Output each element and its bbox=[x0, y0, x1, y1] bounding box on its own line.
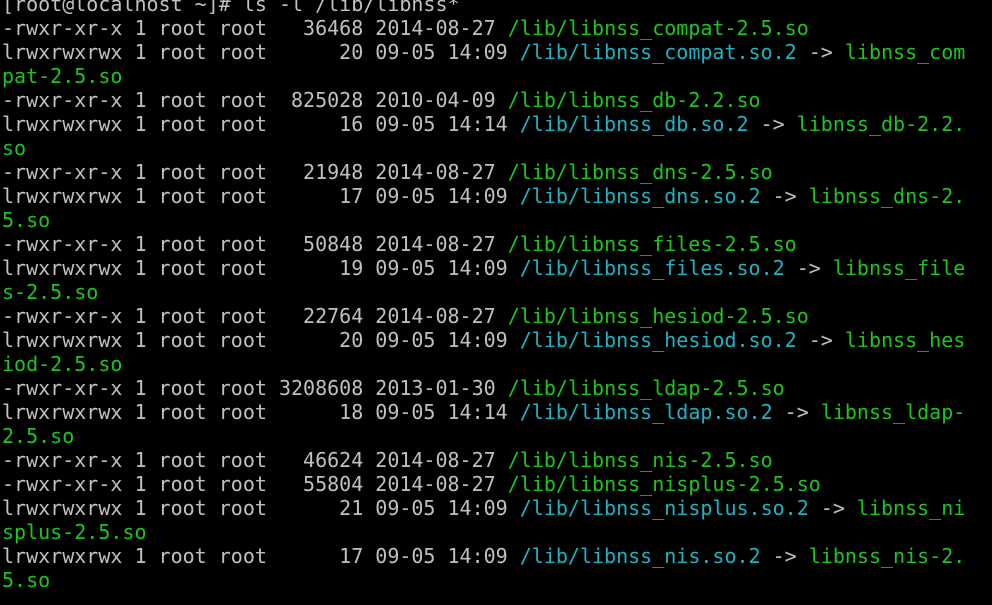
line-text: -> bbox=[760, 544, 809, 568]
symlink-filename: /lib/libnss_compat.so.2 bbox=[519, 40, 797, 64]
line-text: -rwxr-xr-x 1 root root 21948 2014-08-27 bbox=[2, 160, 508, 184]
symlink-target: 5.so bbox=[2, 208, 51, 232]
symlink-target: 2.5.so bbox=[2, 424, 75, 448]
line-text: lrwxrwxrwx 1 root root 20 09-05 14:09 bbox=[2, 40, 520, 64]
command-prompt-line: [root@localhost ~]# ls -l /lib/libnss* bbox=[2, 0, 992, 16]
symlink-target: s-2.5.so bbox=[2, 280, 99, 304]
output-line: lrwxrwxrwx 1 root root 17 09-05 14:09 /l… bbox=[2, 544, 992, 568]
line-text: -> bbox=[796, 328, 845, 352]
line-text: -> bbox=[784, 256, 833, 280]
output-line: s-2.5.so bbox=[2, 280, 992, 304]
output-line: lrwxrwxrwx 1 root root 20 09-05 14:09 /l… bbox=[2, 40, 992, 64]
executable-filename: /lib/libnss_dns-2.5.so bbox=[507, 160, 773, 184]
symlink-filename: /lib/libnss_files.so.2 bbox=[519, 256, 785, 280]
executable-filename: /lib/libnss_files-2.5.so bbox=[507, 232, 797, 256]
symlink-filename: /lib/libnss_nisplus.so.2 bbox=[519, 496, 809, 520]
line-text: lrwxrwxrwx 1 root root 18 09-05 14:14 bbox=[2, 400, 520, 424]
executable-filename: /lib/libnss_compat-2.5.so bbox=[507, 16, 809, 40]
output-line: pat-2.5.so bbox=[2, 64, 992, 88]
line-text: -> bbox=[808, 496, 857, 520]
symlink-target: libnss_com bbox=[844, 40, 966, 64]
output-line: lrwxrwxrwx 1 root root 18 09-05 14:14 /l… bbox=[2, 400, 992, 424]
symlink-target: splus-2.5.so bbox=[2, 520, 147, 544]
symlink-target: 5.so bbox=[2, 568, 51, 592]
next-prompt-line bbox=[0, 599, 992, 605]
output-line: lrwxrwxrwx 1 root root 20 09-05 14:09 /l… bbox=[2, 328, 992, 352]
line-text: -> bbox=[796, 40, 845, 64]
output-line: lrwxrwxrwx 1 root root 17 09-05 14:09 /l… bbox=[2, 184, 992, 208]
line-text: -rwxr-xr-x 1 root root 36468 2014-08-27 bbox=[2, 16, 508, 40]
output-line: -rwxr-xr-x 1 root root 36468 2014-08-27 … bbox=[2, 16, 992, 40]
line-text: lrwxrwxrwx 1 root root 19 09-05 14:09 bbox=[2, 256, 520, 280]
symlink-target: libnss_hes bbox=[844, 328, 966, 352]
line-text: lrwxrwxrwx 1 root root 17 09-05 14:09 bbox=[2, 544, 520, 568]
line-text: -rwxr-xr-x 1 root root 825028 2010-04-09 bbox=[2, 88, 508, 112]
symlink-target: libnss_ni bbox=[856, 496, 966, 520]
output-line: -rwxr-xr-x 1 root root 55804 2014-08-27 … bbox=[2, 472, 992, 496]
output-line: lrwxrwxrwx 1 root root 16 09-05 14:14 /l… bbox=[2, 112, 992, 136]
symlink-filename: /lib/libnss_nis.so.2 bbox=[519, 544, 761, 568]
symlink-target: libnss_db-2.2. bbox=[796, 112, 966, 136]
executable-filename: /lib/libnss_db-2.2.so bbox=[507, 88, 761, 112]
output-line: -rwxr-xr-x 1 root root 21948 2014-08-27 … bbox=[2, 160, 992, 184]
symlink-target: pat-2.5.so bbox=[2, 64, 123, 88]
executable-filename: /lib/libnss_hesiod-2.5.so bbox=[507, 304, 809, 328]
symlink-target: libnss_ldap- bbox=[820, 400, 966, 424]
line-text: lrwxrwxrwx 1 root root 20 09-05 14:09 bbox=[2, 328, 520, 352]
line-text: -rwxr-xr-x 1 root root 22764 2014-08-27 bbox=[2, 304, 508, 328]
line-text: lrwxrwxrwx 1 root root 21 09-05 14:09 bbox=[2, 496, 520, 520]
output-line: 5.so bbox=[2, 208, 992, 232]
executable-filename: /lib/libnss_nisplus-2.5.so bbox=[507, 472, 821, 496]
line-text: -> bbox=[748, 112, 797, 136]
output-line: -rwxr-xr-x 1 root root 3208608 2013-01-3… bbox=[2, 376, 992, 400]
output-line: lrwxrwxrwx 1 root root 19 09-05 14:09 /l… bbox=[2, 256, 992, 280]
output-line: -rwxr-xr-x 1 root root 50848 2014-08-27 … bbox=[2, 232, 992, 256]
output-line: -rwxr-xr-x 1 root root 825028 2010-04-09… bbox=[2, 88, 992, 112]
symlink-filename: /lib/libnss_hesiod.so.2 bbox=[519, 328, 797, 352]
output-line: -rwxr-xr-x 1 root root 22764 2014-08-27 … bbox=[2, 304, 992, 328]
symlink-target: iod-2.5.so bbox=[2, 352, 123, 376]
line-text: -rwxr-xr-x 1 root root 3208608 2013-01-3… bbox=[2, 376, 508, 400]
symlink-target: so bbox=[2, 136, 27, 160]
output-line: 2.5.so bbox=[2, 424, 992, 448]
terminal-window[interactable]: [root@localhost ~]# ls -l /lib/libnss* -r… bbox=[0, 0, 992, 605]
output-line: 5.so bbox=[2, 568, 992, 592]
terminal-output: [root@localhost ~]# ls -l /lib/libnss* -r… bbox=[2, 0, 992, 592]
line-text: -rwxr-xr-x 1 root root 50848 2014-08-27 bbox=[2, 232, 508, 256]
line-text: -rwxr-xr-x 1 root root 46624 2014-08-27 bbox=[2, 448, 508, 472]
output-line: lrwxrwxrwx 1 root root 21 09-05 14:09 /l… bbox=[2, 496, 992, 520]
symlink-target: libnss_file bbox=[832, 256, 966, 280]
symlink-target: libnss_nis-2. bbox=[808, 544, 966, 568]
output-line: iod-2.5.so bbox=[2, 352, 992, 376]
line-text: -> bbox=[772, 400, 821, 424]
symlink-target: libnss_dns-2. bbox=[808, 184, 966, 208]
line-text: lrwxrwxrwx 1 root root 17 09-05 14:09 bbox=[2, 184, 520, 208]
line-text: [root@localhost ~]# ls -l /lib/libnss* bbox=[2, 0, 460, 16]
executable-filename: /lib/libnss_nis-2.5.so bbox=[507, 448, 773, 472]
output-line: -rwxr-xr-x 1 root root 46624 2014-08-27 … bbox=[2, 448, 992, 472]
line-text: -> bbox=[760, 184, 809, 208]
symlink-filename: /lib/libnss_db.so.2 bbox=[519, 112, 749, 136]
output-line: so bbox=[2, 136, 992, 160]
output-line: splus-2.5.so bbox=[2, 520, 992, 544]
symlink-filename: /lib/libnss_dns.so.2 bbox=[519, 184, 761, 208]
line-text: -rwxr-xr-x 1 root root 55804 2014-08-27 bbox=[2, 472, 508, 496]
line-text: lrwxrwxrwx 1 root root 16 09-05 14:14 bbox=[2, 112, 520, 136]
symlink-filename: /lib/libnss_ldap.so.2 bbox=[519, 400, 773, 424]
executable-filename: /lib/libnss_ldap-2.5.so bbox=[507, 376, 785, 400]
